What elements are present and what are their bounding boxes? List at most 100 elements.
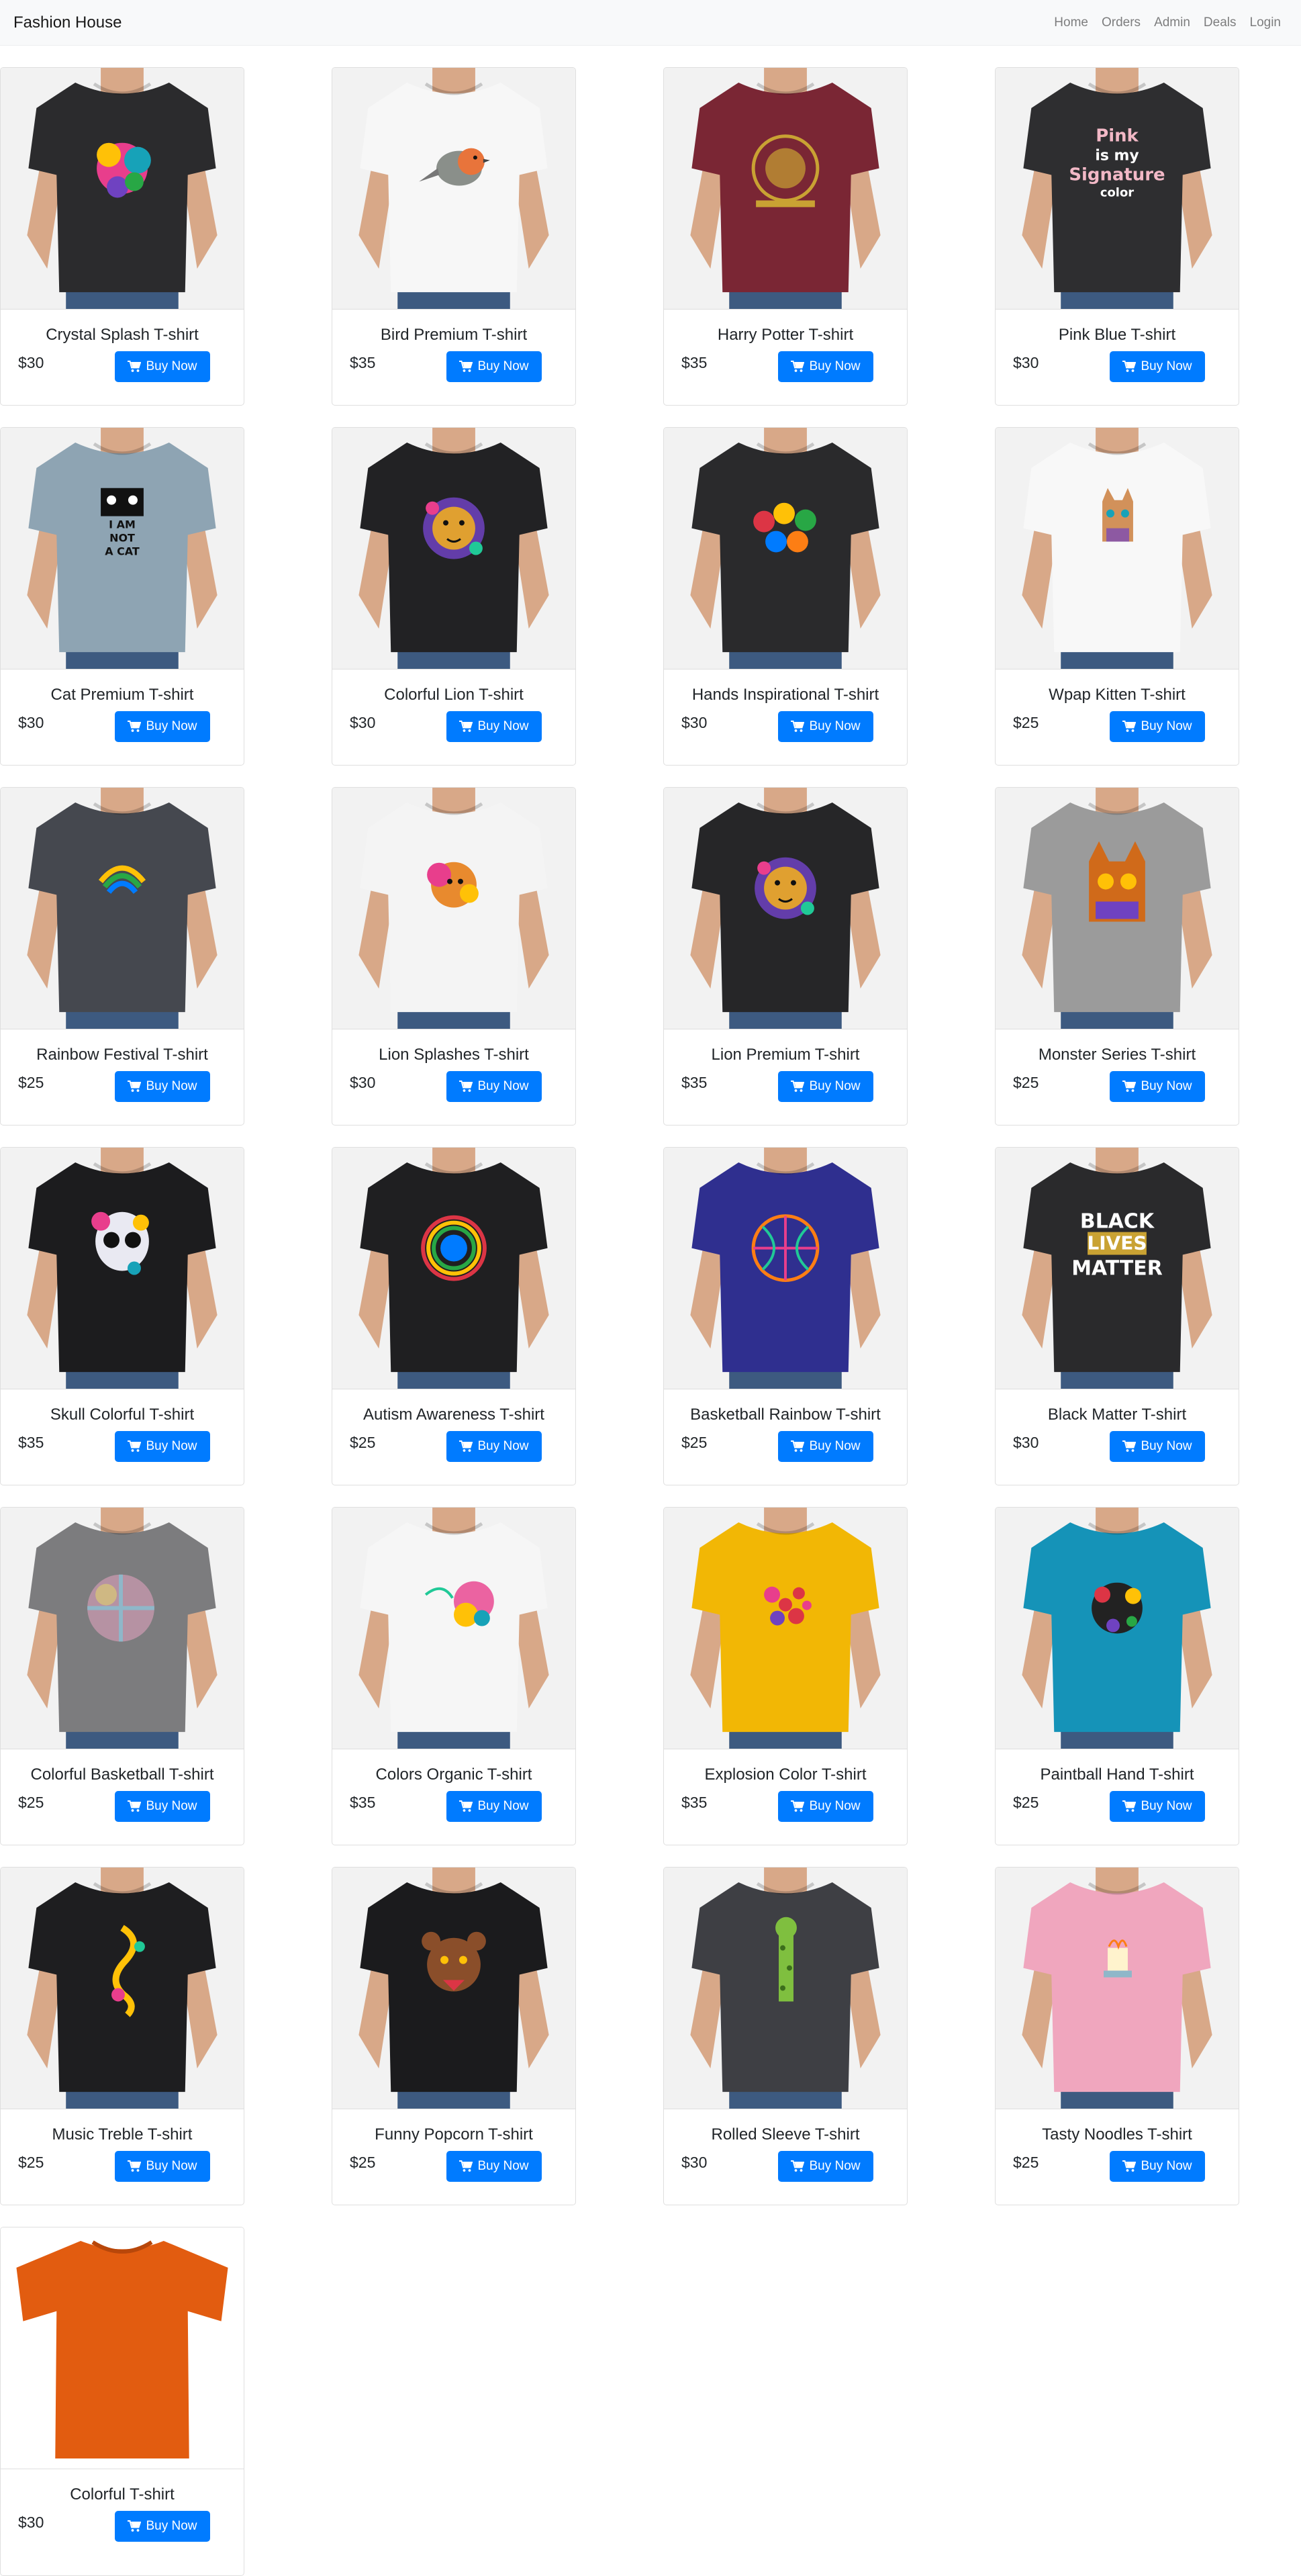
product-price: $30 bbox=[18, 2513, 44, 2531]
product-card: Monster Series T-shirt $25 Buy Now bbox=[995, 787, 1239, 1125]
product-image[interactable]: I AM NOT A CAT bbox=[1, 428, 244, 670]
shopping-cart-icon bbox=[1122, 1080, 1137, 1092]
product-image[interactable] bbox=[664, 1148, 907, 1389]
buy-now-button[interactable]: Buy Now bbox=[778, 2151, 873, 2182]
buy-now-button[interactable]: Buy Now bbox=[778, 1791, 873, 1822]
buy-now-label: Buy Now bbox=[146, 2159, 197, 2173]
buy-now-button[interactable]: Buy Now bbox=[778, 711, 873, 742]
buy-now-button[interactable]: Buy Now bbox=[1110, 351, 1205, 382]
buy-now-button[interactable]: Buy Now bbox=[115, 1791, 210, 1822]
card-body: Rainbow Festival T-shirt $25 Buy Now bbox=[1, 1029, 244, 1125]
product-image[interactable] bbox=[664, 428, 907, 670]
product-image[interactable] bbox=[1, 1868, 244, 2109]
buy-now-button[interactable]: Buy Now bbox=[446, 1431, 542, 1462]
top-navbar: Fashion House Home Orders Admin Deals Lo… bbox=[0, 0, 1301, 46]
buy-now-button[interactable]: Buy Now bbox=[446, 351, 542, 382]
product-title: Monster Series T-shirt bbox=[1038, 1046, 1196, 1064]
tshirt-illustration bbox=[996, 428, 1239, 669]
product-image[interactable]: BLACK LIVES MATTER bbox=[996, 1148, 1239, 1389]
product-image[interactable] bbox=[996, 428, 1239, 670]
price-row: $30 Buy Now bbox=[680, 2151, 891, 2182]
product-card: Crystal Splash T-shirt $30 Buy Now bbox=[0, 67, 244, 406]
product-image[interactable] bbox=[332, 428, 575, 670]
product-image[interactable] bbox=[332, 1868, 575, 2109]
buy-now-button[interactable]: Buy Now bbox=[115, 351, 210, 382]
buy-now-label: Buy Now bbox=[477, 1079, 529, 1093]
card-body: Crystal Splash T-shirt $30 Buy Now bbox=[1, 310, 244, 405]
buy-now-button[interactable]: Buy Now bbox=[1110, 711, 1205, 742]
brand-link[interactable]: Fashion House bbox=[13, 13, 122, 32]
buy-now-label: Buy Now bbox=[146, 359, 197, 373]
card-body: Basketball Rainbow T-shirt $25 Buy Now bbox=[664, 1389, 907, 1485]
product-price: $30 bbox=[18, 713, 44, 731]
buy-now-button[interactable]: Buy Now bbox=[446, 1791, 542, 1822]
buy-now-button[interactable]: Buy Now bbox=[115, 1431, 210, 1462]
product-card: BLACK LIVES MATTER Black Matter T-shirt $30 B… bbox=[995, 1147, 1239, 1485]
price-row: $25 Buy Now bbox=[17, 1791, 228, 1822]
product-title: Bird Premium T-shirt bbox=[380, 326, 528, 344]
product-price: $30 bbox=[350, 713, 376, 731]
buy-now-label: Buy Now bbox=[1141, 1439, 1192, 1453]
product-price: $35 bbox=[350, 353, 376, 371]
nav-link-orders[interactable]: Orders bbox=[1095, 15, 1147, 30]
buy-now-button[interactable]: Buy Now bbox=[446, 2151, 542, 2182]
product-image[interactable] bbox=[332, 1148, 575, 1389]
svg-text:A CAT: A CAT bbox=[105, 545, 140, 557]
tshirt-illustration bbox=[332, 1148, 575, 1389]
buy-now-button[interactable]: Buy Now bbox=[1110, 1791, 1205, 1822]
buy-now-button[interactable]: Buy Now bbox=[446, 711, 542, 742]
product-price: $25 bbox=[1013, 1793, 1039, 1811]
product-image[interactable] bbox=[1, 2227, 244, 2469]
buy-now-label: Buy Now bbox=[477, 359, 529, 373]
product-image[interactable] bbox=[664, 1508, 907, 1749]
tshirt-illustration bbox=[332, 1868, 575, 2109]
product-image[interactable] bbox=[1, 68, 244, 310]
tshirt-illustration: I AMNOTA CAT bbox=[1, 428, 244, 669]
product-image[interactable] bbox=[332, 68, 575, 310]
product-image[interactable] bbox=[1, 788, 244, 1029]
nav-link-admin[interactable]: Admin bbox=[1147, 15, 1197, 30]
shopping-cart-icon bbox=[128, 721, 142, 732]
buy-now-label: Buy Now bbox=[477, 2159, 529, 2173]
buy-now-button[interactable]: Buy Now bbox=[778, 351, 873, 382]
nav-link-login[interactable]: Login bbox=[1243, 15, 1288, 30]
product-image[interactable] bbox=[664, 1868, 907, 2109]
buy-now-button[interactable]: Buy Now bbox=[778, 1071, 873, 1102]
price-row: $25 Buy Now bbox=[348, 2151, 559, 2182]
card-body: Tasty Noodles T-shirt $25 Buy Now bbox=[996, 2109, 1239, 2205]
buy-now-button[interactable]: Buy Now bbox=[1110, 2151, 1205, 2182]
price-row: $30 Buy Now bbox=[348, 1071, 559, 1102]
product-image[interactable] bbox=[332, 1508, 575, 1749]
product-price: $25 bbox=[350, 2153, 376, 2171]
card-body: Funny Popcorn T-shirt $25 Buy Now bbox=[332, 2109, 575, 2205]
buy-now-label: Buy Now bbox=[809, 2159, 861, 2173]
product-image[interactable] bbox=[664, 788, 907, 1029]
svg-text:color: color bbox=[1100, 185, 1134, 199]
nav-link-deals[interactable]: Deals bbox=[1197, 15, 1243, 30]
price-row: $30 Buy Now bbox=[17, 351, 228, 382]
nav-link-home[interactable]: Home bbox=[1047, 15, 1095, 30]
buy-now-button[interactable]: Buy Now bbox=[1110, 1431, 1205, 1462]
card-body: Wpap Kitten T-shirt $25 Buy Now bbox=[996, 670, 1239, 765]
product-image[interactable] bbox=[996, 788, 1239, 1029]
product-image[interactable] bbox=[1, 1148, 244, 1389]
product-image[interactable] bbox=[332, 788, 575, 1029]
card-body: Paintball Hand T-shirt $25 Buy Now bbox=[996, 1749, 1239, 1845]
product-image[interactable] bbox=[996, 1508, 1239, 1749]
buy-now-button[interactable]: Buy Now bbox=[1110, 1071, 1205, 1102]
product-image[interactable]: Pink is my Signature color bbox=[996, 68, 1239, 310]
product-image[interactable] bbox=[664, 68, 907, 310]
product-image[interactable] bbox=[996, 1868, 1239, 2109]
product-card: Autism Awareness T-shirt $25 Buy Now bbox=[332, 1147, 576, 1485]
card-body: Lion Splashes T-shirt $30 Buy Now bbox=[332, 1029, 575, 1125]
buy-now-button[interactable]: Buy Now bbox=[778, 1431, 873, 1462]
buy-now-button[interactable]: Buy Now bbox=[115, 2511, 210, 2542]
buy-now-button[interactable]: Buy Now bbox=[115, 1071, 210, 1102]
buy-now-button[interactable]: Buy Now bbox=[115, 711, 210, 742]
buy-now-button[interactable]: Buy Now bbox=[446, 1071, 542, 1102]
product-image[interactable] bbox=[1, 1508, 244, 1749]
price-row: $25 Buy Now bbox=[17, 2151, 228, 2182]
product-title: Black Matter T-shirt bbox=[1047, 1406, 1187, 1424]
product-card: Colorful Lion T-shirt $30 Buy Now bbox=[332, 427, 576, 766]
buy-now-button[interactable]: Buy Now bbox=[115, 2151, 210, 2182]
